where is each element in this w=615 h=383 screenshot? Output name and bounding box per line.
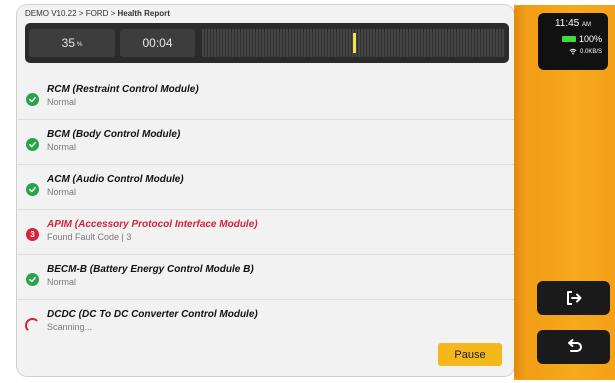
module-list: RCM (Restraint Control Module) Normal BC… (17, 75, 514, 344)
module-row[interactable]: ACM (Audio Control Module) Normal (17, 165, 514, 210)
check-icon (26, 138, 39, 151)
loading-spinner-icon (25, 318, 40, 333)
module-status: Normal (47, 187, 77, 197)
module-row[interactable]: BECM-B (Battery Energy Control Module B)… (17, 255, 514, 300)
wifi-icon (569, 48, 577, 55)
main-screen: DEMO V10.22 > FORD > Health Report 35% 0… (17, 5, 514, 376)
battery-icon (561, 36, 576, 42)
breadcrumb-path: DEMO V10.22 > FORD > (25, 9, 118, 18)
module-row[interactable]: 3 APIM (Accessory Protocol Interface Mod… (17, 210, 514, 255)
status-box: 11:45 AM 100% 0.0KB/S (538, 13, 608, 70)
module-title: BECM-B (Battery Energy Control Module B) (47, 264, 254, 275)
back-button[interactable] (537, 330, 610, 364)
clock: 11:45 AM (538, 18, 608, 29)
battery-status: 100% (561, 34, 602, 44)
module-row[interactable]: RCM (Restraint Control Module) Normal (17, 75, 514, 120)
fault-count-badge: 3 (26, 228, 39, 241)
module-title: BCM (Body Control Module) (47, 129, 181, 140)
exit-button[interactable] (537, 281, 610, 315)
module-status: Normal (47, 277, 77, 287)
progress-percent-unit: % (77, 41, 83, 48)
battery-level: 100% (578, 34, 602, 44)
module-title: RCM (Restraint Control Module) (47, 84, 199, 95)
module-status: Normal (47, 97, 77, 107)
module-status: Scanning... (47, 322, 93, 332)
module-title: DCDC (DC To DC Converter Control Module) (47, 309, 258, 320)
exit-icon (566, 291, 581, 305)
scan-position-marker (353, 33, 356, 53)
scan-progress-bar: 35% 00:04 (25, 23, 509, 63)
back-icon (567, 339, 582, 352)
module-row[interactable]: DCDC (DC To DC Converter Control Module)… (17, 300, 514, 344)
check-icon (26, 183, 39, 196)
device-frame: DEMO V10.22 > FORD > Health Report 35% 0… (0, 0, 615, 383)
breadcrumb: DEMO V10.22 > FORD > Health Report (25, 9, 170, 18)
progress-percent: 35% (29, 29, 115, 57)
clock-ampm: AM (582, 22, 592, 28)
check-icon (26, 93, 39, 106)
network-speed: 0.0KB/S (579, 48, 602, 55)
breadcrumb-current: Health Report (117, 9, 170, 18)
network-status: 0.0KB/S (569, 48, 602, 55)
clock-time: 11:45 (554, 18, 580, 29)
side-panel-edge (514, 5, 528, 380)
progress-percent-value: 35 (61, 36, 75, 50)
module-row[interactable]: BCM (Body Control Module) Normal (17, 120, 514, 165)
module-title: APIM (Accessory Protocol Interface Modul… (47, 219, 258, 230)
pause-button[interactable]: Pause (438, 343, 502, 366)
check-icon (26, 273, 39, 286)
elapsed-time-value: 00:04 (142, 36, 173, 50)
scan-track (201, 29, 505, 57)
elapsed-time: 00:04 (120, 29, 195, 57)
module-status: Found Fault Code | 3 (47, 232, 132, 242)
module-title: ACM (Audio Control Module) (47, 174, 184, 185)
module-status: Normal (47, 142, 77, 152)
